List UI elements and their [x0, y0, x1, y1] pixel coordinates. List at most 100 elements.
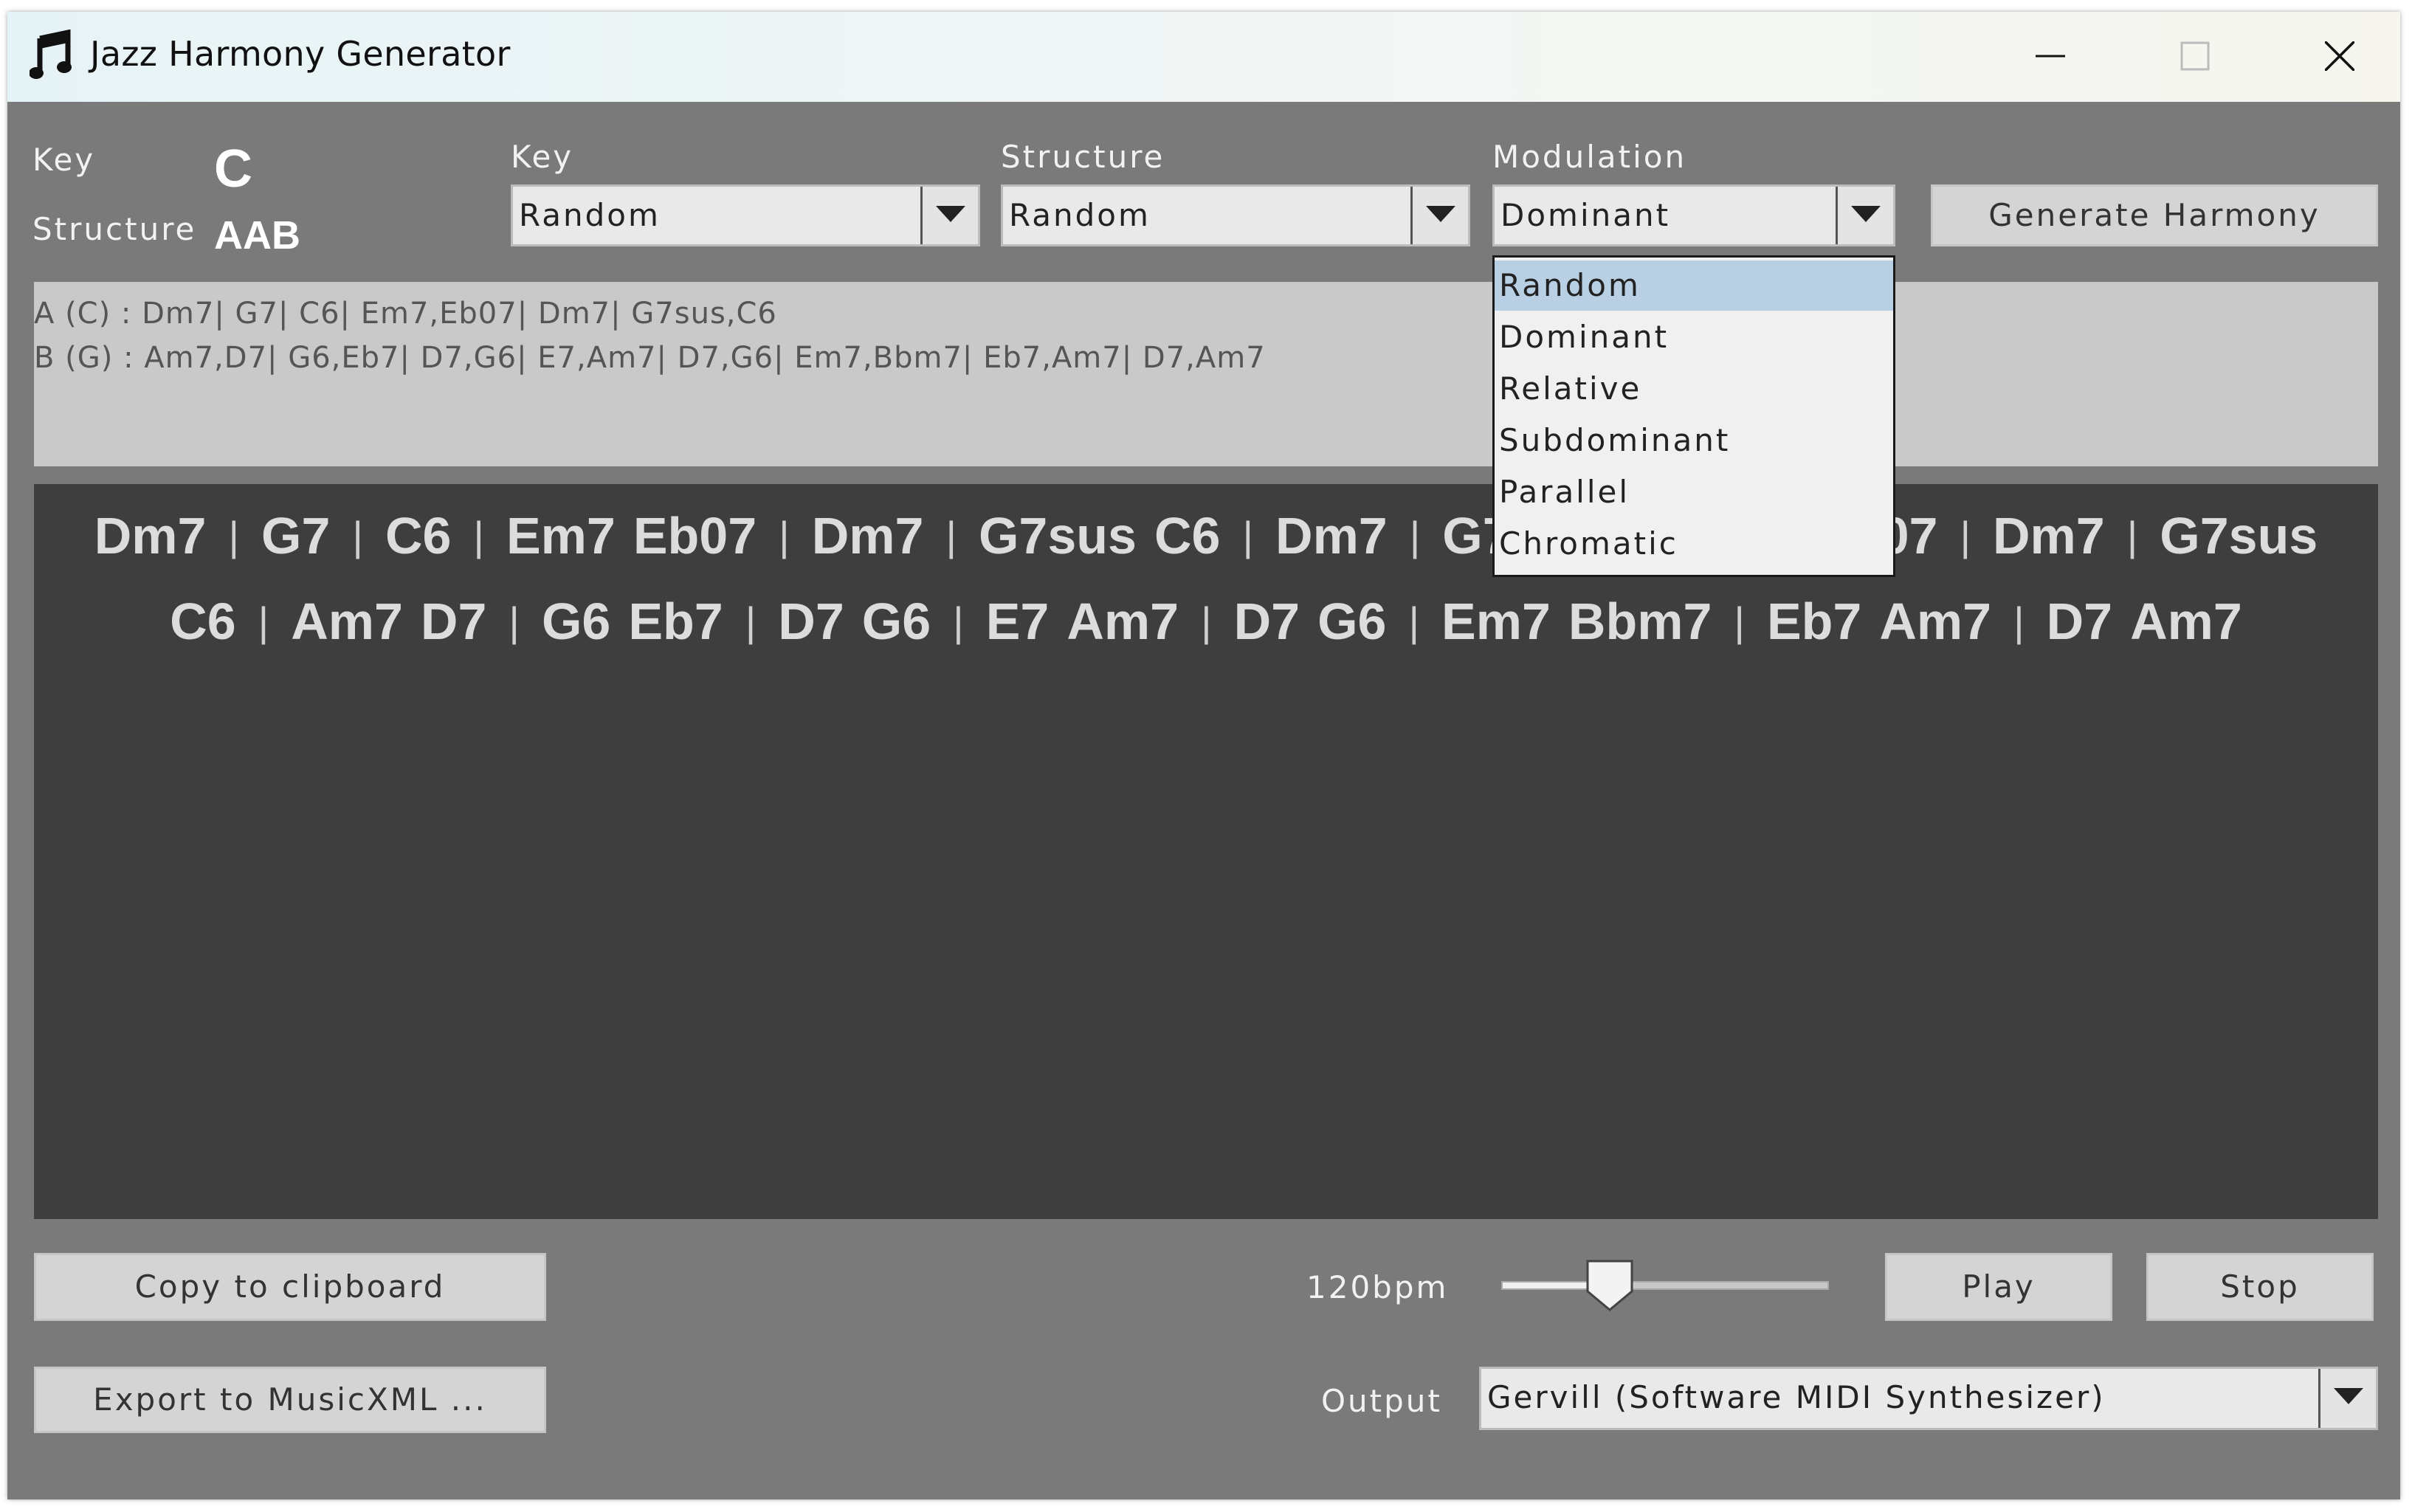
structure-select-arrow[interactable]: [1410, 187, 1468, 244]
info-key-value: C: [214, 139, 252, 199]
chord-symbol: C6: [385, 507, 452, 565]
bar-separator: |: [352, 513, 363, 559]
bar-separator: |: [1409, 513, 1421, 559]
chord-symbol: G7: [261, 507, 331, 565]
chord-symbol: G7sus: [978, 507, 1137, 565]
title-bar: Jazz Harmony Generator: [7, 12, 2400, 102]
minimize-icon: [2036, 55, 2065, 58]
key-select-arrow[interactable]: [920, 187, 978, 244]
chord-symbol: G7sus: [2160, 507, 2318, 565]
dropdown-option-chromatic[interactable]: Chromatic: [1495, 519, 1893, 569]
bar-separator: |: [509, 598, 520, 645]
structure-combo-label: Structure: [1001, 139, 1165, 175]
info-structure-label: Structure: [32, 211, 197, 247]
chord-symbol: D7: [2046, 593, 2113, 650]
chord-symbol: Eb7: [628, 593, 723, 650]
output-label: Output: [1321, 1383, 1442, 1419]
export-musicxml-button[interactable]: Export to MusicXML ...: [34, 1367, 546, 1433]
app-window: Jazz Harmony Generator Key C Structure A…: [7, 12, 2400, 1499]
chord-symbol: Am7: [1067, 593, 1179, 650]
output-device-arrow[interactable]: [2318, 1369, 2376, 1428]
close-icon: [2325, 41, 2354, 71]
bar-separator: |: [953, 598, 964, 645]
structure-select-value: Random: [1009, 197, 1151, 233]
dropdown-option-random[interactable]: Random: [1495, 260, 1893, 311]
chord-symbol: Am7: [291, 593, 403, 650]
chord-symbol: Dm7: [1275, 507, 1388, 565]
chord-symbol: E7: [985, 593, 1050, 650]
chord-symbol: Em7: [1441, 593, 1551, 650]
stop-button[interactable]: Stop: [2146, 1253, 2374, 1321]
chord-symbol: Am7: [1879, 593, 1992, 650]
output-device-select[interactable]: Gervill (Software MIDI Synthesizer): [1479, 1367, 2378, 1430]
chord-symbol: G6: [861, 593, 931, 650]
bar-separator: |: [473, 513, 484, 559]
chord-symbol: Dm7: [811, 507, 924, 565]
bar-separator: |: [945, 513, 957, 559]
tempo-slider-track[interactable]: [1501, 1281, 1829, 1290]
play-button[interactable]: Play: [1885, 1253, 2112, 1321]
chord-symbol: Eb7: [1766, 593, 1862, 650]
bar-separator: |: [2126, 513, 2138, 559]
output-device-value: Gervill (Software MIDI Synthesizer): [1487, 1379, 2106, 1415]
modulation-select-value: Dominant: [1500, 197, 1671, 233]
key-select-value: Random: [519, 197, 661, 233]
info-key-label: Key: [32, 142, 96, 178]
chord-symbol: D7: [420, 593, 487, 650]
chord-symbol: Bbm7: [1568, 593, 1712, 650]
maximize-icon: [2180, 41, 2210, 71]
bar-separator: |: [258, 598, 269, 645]
dropdown-option-dominant[interactable]: Dominant: [1495, 312, 1893, 362]
chord-symbol: C6: [1154, 507, 1221, 565]
chord-symbol: G6: [1317, 593, 1387, 650]
structure-select[interactable]: Random: [1001, 184, 1470, 246]
generate-harmony-button[interactable]: Generate Harmony: [1931, 184, 2378, 246]
bar-separator: |: [1408, 598, 1420, 645]
bar-separator: |: [228, 513, 239, 559]
text-line-a: A (C) : Dm7| G7| C6| Em7,Eb07| Dm7| G7su…: [34, 297, 777, 331]
dropdown-option-relative[interactable]: Relative: [1495, 364, 1893, 414]
chord-symbol: G6: [541, 593, 611, 650]
text-line-b: B (G) : Am7,D7| G6,Eb7| D7,G6| E7,Am7| D…: [34, 341, 1266, 375]
music-note-icon: [29, 29, 74, 81]
dropdown-option-parallel[interactable]: Parallel: [1495, 467, 1893, 517]
bar-separator: |: [2013, 598, 2025, 645]
bar-separator: |: [779, 513, 790, 559]
chord-symbol: Dm7: [1993, 507, 2105, 565]
chord-symbol: D7: [778, 593, 844, 650]
key-select[interactable]: Random: [511, 184, 980, 246]
bar-separator: |: [745, 598, 757, 645]
chord-symbol: C6: [170, 593, 236, 650]
dropdown-option-subdominant[interactable]: Subdominant: [1495, 415, 1893, 466]
slider-thumb-icon: [1586, 1260, 1633, 1311]
modulation-select[interactable]: Dominant: [1492, 184, 1895, 246]
window-title: Jazz Harmony Generator: [90, 34, 511, 74]
chord-line-2: C6 | Am7 D7 | G6 Eb7 | D7 G6 | E7 Am7 | D7 G6 | Em7 Bbm7 | E…: [34, 592, 2378, 651]
chord-line-1: Dm7|G7|C6|Em7Eb07|Dm7|G7susC6|Dm7|G7|C6|…: [34, 506, 2378, 565]
info-structure-value: AAB: [214, 213, 300, 258]
bar-separator: |: [1201, 598, 1212, 645]
harmony-text-output[interactable]: A (C) : Dm7| G7| C6| Em7,Eb07| Dm7| G7su…: [34, 282, 2378, 466]
chord-display-panel: Dm7|G7|C6|Em7Eb07|Dm7|G7susC6|Dm7|G7|C6|…: [34, 484, 2378, 1219]
close-button[interactable]: [2303, 27, 2377, 86]
key-combo-label: Key: [511, 139, 574, 175]
bar-separator: |: [1242, 513, 1254, 559]
chevron-down-icon: [1426, 206, 1455, 222]
chevron-down-icon: [936, 206, 965, 222]
bar-separator: |: [1960, 513, 1971, 559]
modulation-combo-label: Modulation: [1492, 139, 1687, 175]
chevron-down-icon: [1851, 206, 1881, 222]
tempo-slider-thumb[interactable]: [1585, 1259, 1634, 1312]
chord-symbol: Am7: [2130, 593, 2242, 650]
chord-symbol: Dm7: [94, 507, 207, 565]
bar-separator: |: [1734, 598, 1745, 645]
minimize-button[interactable]: [2013, 27, 2087, 86]
maximize-button[interactable]: [2158, 27, 2232, 86]
modulation-select-arrow[interactable]: [1836, 187, 1893, 244]
chord-symbol: Em7: [506, 507, 616, 565]
modulation-dropdown-list: Random Dominant Relative Subdominant Paralle…: [1492, 255, 1895, 577]
tempo-label: 120bpm: [1306, 1269, 1449, 1305]
chevron-down-icon: [2334, 1388, 2363, 1404]
chord-symbol: D7: [1233, 593, 1300, 650]
copy-to-clipboard-button[interactable]: Copy to clipboard: [34, 1253, 546, 1321]
